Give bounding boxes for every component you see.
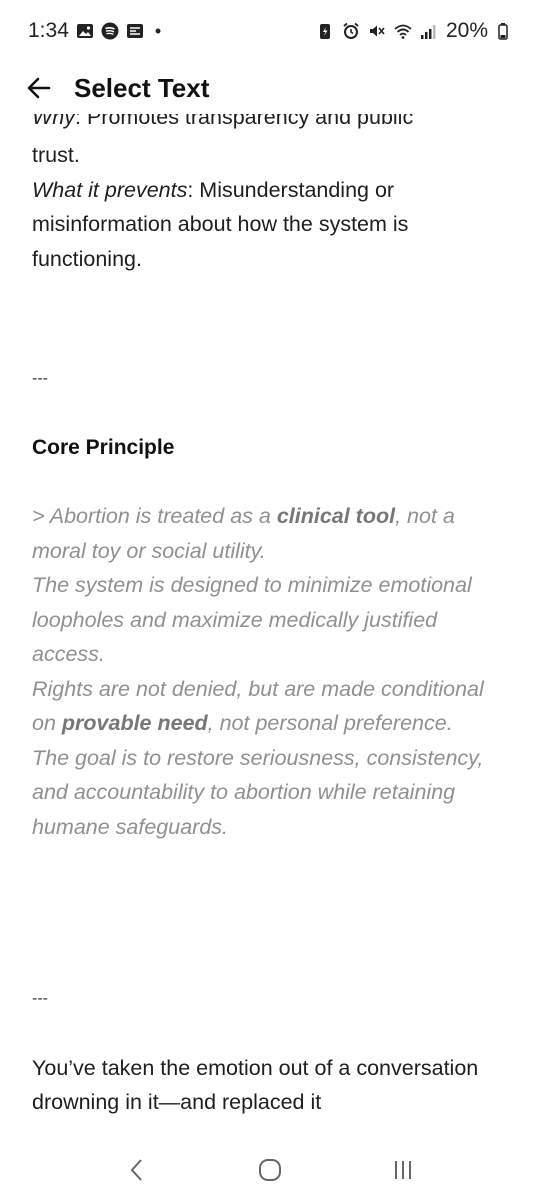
closing-paragraph: You’ve taken the emotion out of a conver… — [32, 1055, 479, 1115]
status-left: 1:34 • — [28, 19, 161, 43]
nav-recents-button[interactable] — [383, 1150, 423, 1190]
status-right: 20% — [316, 19, 514, 43]
quote-line: The goal is to restore seriousness, cons… — [32, 745, 484, 839]
emphasis: provable need — [61, 711, 208, 735]
quote-line: Rights are not denied, but are made cond… — [32, 676, 484, 736]
spotify-icon — [101, 22, 119, 40]
app-notification-icon — [126, 22, 144, 40]
prevents-label: What it prevents — [32, 177, 188, 202]
nav-back-button[interactable] — [117, 1150, 157, 1190]
page-title: Select Text — [74, 72, 210, 103]
back-button[interactable] — [22, 71, 56, 105]
battery-percent: 20% — [445, 19, 488, 42]
separator: --- — [32, 990, 48, 1007]
home-circle-icon — [258, 1159, 281, 1181]
battery-icon — [496, 22, 514, 40]
alarm-icon — [342, 22, 360, 40]
why-text-continued: trust. — [32, 143, 80, 167]
prevents-paragraph: What it prevents: Misunderstanding or mi… — [32, 173, 508, 277]
mute-icon — [368, 22, 386, 40]
selectable-text-area[interactable]: Why: Promotes transparency and public tr… — [0, 114, 540, 1140]
why-label: Why — [32, 114, 75, 129]
clipped-line: Why: Promotes transparency and public — [32, 114, 508, 138]
status-time: 1:34 — [28, 19, 69, 42]
blockquote: > Abortion is treated as a clinical tool… — [32, 499, 508, 844]
system-nav-bar — [0, 1140, 540, 1200]
nav-home-button[interactable] — [250, 1150, 290, 1190]
more-notifications-dot: • — [154, 20, 162, 41]
separator: --- — [32, 370, 48, 387]
emphasis: clinical tool — [276, 504, 396, 528]
why-text: : Promotes transparency and public — [75, 114, 414, 129]
quote-line: The system is designed to minimize emoti… — [32, 573, 472, 666]
recents-bars-icon — [395, 1161, 412, 1179]
wifi-icon — [394, 22, 412, 40]
status-bar: 1:34 • 20% — [0, 0, 540, 62]
signal-icon — [420, 22, 438, 40]
section-heading: Core Principle — [32, 435, 175, 459]
app-bar: Select Text — [0, 62, 540, 114]
battery-saver-icon — [316, 22, 334, 40]
gallery-icon — [76, 22, 94, 40]
arrow-left-icon — [27, 77, 51, 99]
chevron-left-icon — [130, 1159, 142, 1181]
quote-line: > Abortion is treated as a clinical tool… — [32, 504, 455, 563]
